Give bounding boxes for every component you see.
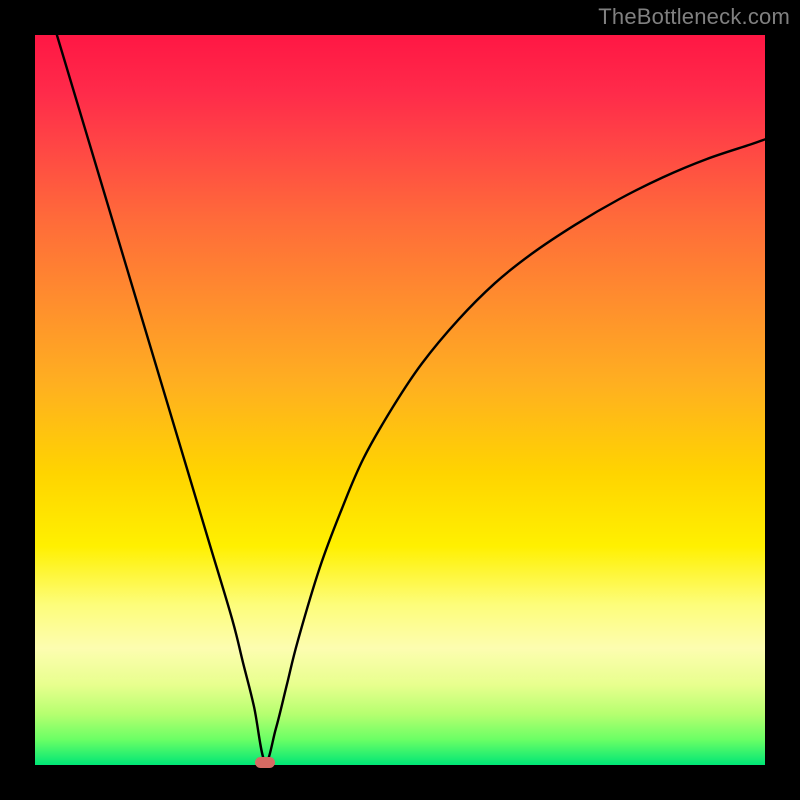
- chart-frame: TheBottleneck.com: [0, 0, 800, 800]
- plot-area: [35, 35, 765, 765]
- bottleneck-curve: [35, 35, 765, 765]
- watermark-text: TheBottleneck.com: [598, 4, 790, 30]
- optimal-marker-icon: [255, 757, 275, 768]
